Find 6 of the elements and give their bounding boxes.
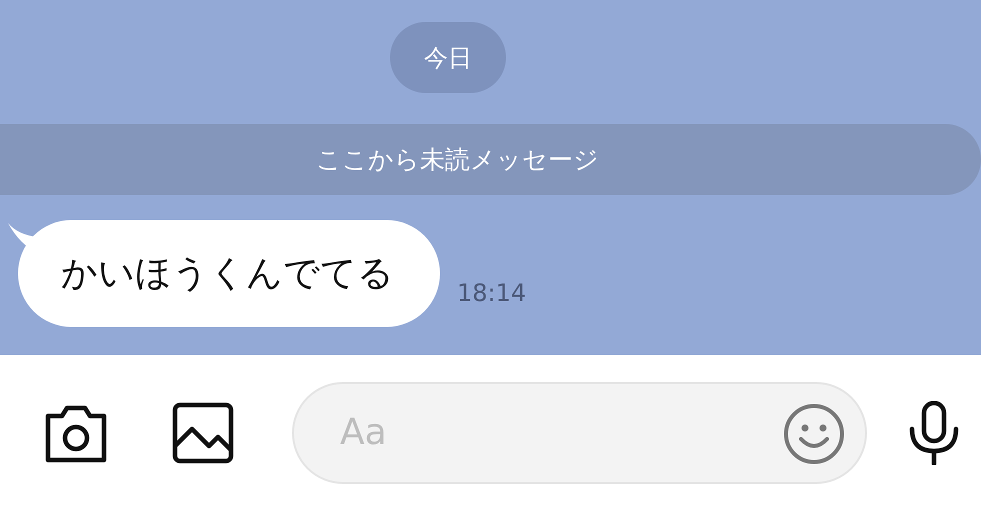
date-label: 今日 [390,22,506,93]
image-icon[interactable] [172,402,234,464]
microphone-icon[interactable] [907,400,961,464]
message-bubble: かいほうくんでてる [18,220,440,327]
emoji-icon[interactable] [783,402,845,464]
message-time: 18:14 [457,278,526,309]
